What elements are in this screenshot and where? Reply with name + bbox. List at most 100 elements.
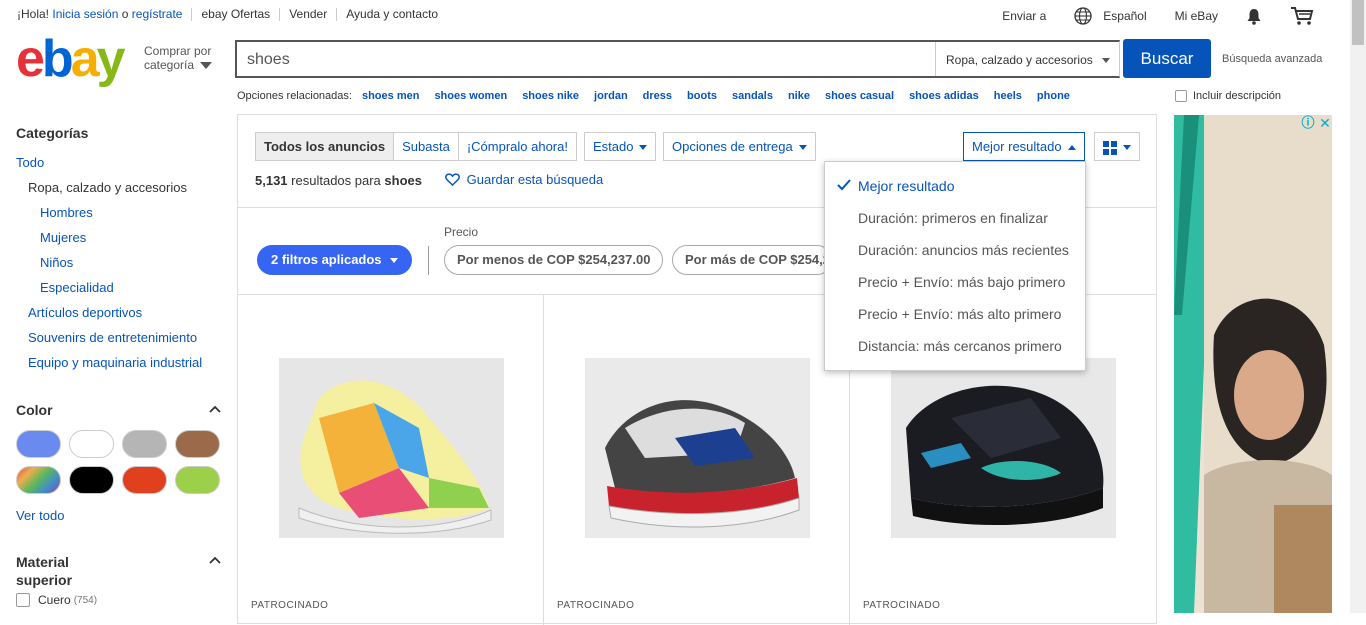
scrollbar-thumb[interactable] bbox=[1352, 0, 1364, 45]
bell-icon[interactable] bbox=[1246, 8, 1262, 25]
tab-all-listings[interactable]: Todos los anuncios bbox=[256, 133, 395, 160]
color-section: Color Ver todo bbox=[16, 402, 226, 523]
price-under-pill[interactable]: Por menos de COP $254,237.00 bbox=[444, 245, 664, 275]
item-image[interactable] bbox=[279, 358, 504, 538]
view-toggle[interactable] bbox=[1094, 132, 1140, 161]
sort-option-price-highest[interactable]: Precio + Envío: más alto primero bbox=[825, 298, 1085, 330]
category-other[interactable]: Equipo y maquinaria industrial bbox=[28, 355, 202, 370]
related-item[interactable]: nike bbox=[788, 90, 810, 102]
category-sub[interactable]: Hombres bbox=[40, 205, 93, 220]
include-description[interactable]: Incluir descripción bbox=[1175, 90, 1281, 102]
material-option[interactable]: Cuero (754) bbox=[16, 593, 226, 607]
results-query: shoes bbox=[384, 173, 422, 188]
item-image[interactable] bbox=[585, 358, 810, 538]
related-item[interactable]: shoes casual bbox=[825, 90, 894, 102]
signin-link[interactable]: Inicia sesión bbox=[52, 7, 118, 21]
advanced-search-link[interactable]: Búsqueda avanzada bbox=[1222, 53, 1322, 65]
ebay-logo[interactable]: ebay bbox=[16, 33, 126, 85]
checkmark-icon bbox=[837, 170, 851, 202]
category-sub[interactable]: Mujeres bbox=[40, 230, 86, 245]
color-swatch-gray[interactable] bbox=[122, 430, 167, 458]
delivery-dropdown[interactable]: Opciones de entrega bbox=[663, 132, 816, 161]
results-for: resultados para bbox=[291, 173, 381, 188]
material-title: Material superior bbox=[16, 553, 226, 589]
related-item[interactable]: shoes nike bbox=[522, 90, 579, 102]
color-swatch-blue[interactable] bbox=[16, 430, 61, 458]
sort-option-price-lowest[interactable]: Precio + Envío: más bajo primero bbox=[825, 266, 1085, 298]
material-checkbox[interactable] bbox=[16, 593, 30, 607]
listing-type-tabs: Todos los anuncios Subasta ¡Cómpralo aho… bbox=[255, 132, 577, 161]
related-item[interactable]: phone bbox=[1037, 90, 1070, 102]
chevron-down-icon bbox=[389, 258, 398, 264]
color-swatch-red[interactable] bbox=[122, 466, 167, 494]
color-swatch-white[interactable] bbox=[69, 430, 114, 458]
price-over-pill[interactable]: Por más de COP $254,237.00 bbox=[672, 245, 832, 275]
related-item[interactable]: shoes women bbox=[434, 90, 507, 102]
category-sub[interactable]: Niños bbox=[40, 255, 73, 270]
category-current: Ropa, calzado y accesorios bbox=[28, 180, 187, 195]
color-swatch-multicolor[interactable] bbox=[16, 466, 61, 494]
cart-icon[interactable] bbox=[1290, 6, 1314, 26]
sort-option-newly-listed[interactable]: Duración: anuncios más recientes bbox=[825, 234, 1085, 266]
related-item[interactable]: shoes adidas bbox=[909, 90, 979, 102]
condition-dropdown[interactable]: Estado bbox=[584, 132, 657, 161]
divider bbox=[428, 246, 429, 275]
save-search-button[interactable]: Guardar esta búsqueda bbox=[445, 172, 603, 187]
my-ebay[interactable]: Mi eBay bbox=[1175, 9, 1218, 23]
results-count: 5,131 resultados para shoes bbox=[255, 173, 422, 188]
help-link[interactable]: Ayuda y contacto bbox=[346, 7, 438, 21]
item-card[interactable]: PATROCINADO bbox=[544, 295, 850, 625]
language-selector[interactable]: Español bbox=[1074, 7, 1147, 25]
price-filter-label: Precio bbox=[444, 225, 479, 239]
scrollbar[interactable] bbox=[1350, 0, 1366, 613]
color-swatch-green[interactable] bbox=[175, 466, 220, 494]
item-image[interactable] bbox=[891, 358, 1116, 538]
chevron-up-icon[interactable] bbox=[209, 404, 221, 416]
category-select[interactable]: Ropa, calzado y accesorios bbox=[935, 42, 1119, 76]
shop-by-category[interactable]: Comprar por categoría bbox=[144, 44, 213, 72]
related-item[interactable]: shoes men bbox=[362, 90, 419, 102]
tab-buy-now[interactable]: ¡Cómpralo ahora! bbox=[459, 133, 576, 160]
sell-link[interactable]: Vender bbox=[289, 7, 327, 21]
see-all-colors-link[interactable]: Ver todo bbox=[16, 508, 64, 523]
offers-link[interactable]: ebay Ofertas bbox=[201, 7, 270, 21]
sort-option-best-match[interactable]: Mejor resultado bbox=[825, 170, 1085, 202]
info-icon[interactable]: ⓘ bbox=[1300, 115, 1316, 131]
chevron-up-icon bbox=[1067, 145, 1076, 151]
advertisement[interactable]: ⓘ ✕ bbox=[1174, 115, 1332, 613]
color-title: Color bbox=[16, 402, 53, 418]
category-sub[interactable]: Especialidad bbox=[40, 280, 114, 295]
search-input[interactable]: shoes bbox=[237, 42, 935, 76]
related-item[interactable]: sandals bbox=[732, 90, 773, 102]
register-link[interactable]: regístrate bbox=[132, 7, 183, 21]
category-all[interactable]: Todo bbox=[16, 155, 44, 170]
close-icon[interactable]: ✕ bbox=[1318, 115, 1332, 131]
chevron-down-icon bbox=[200, 62, 213, 70]
sort-dropdown[interactable]: Mejor resultado bbox=[963, 132, 1085, 161]
category-other[interactable]: Souvenirs de entretenimiento bbox=[28, 330, 197, 345]
results-number: 5,131 bbox=[255, 173, 288, 188]
category-other[interactable]: Artículos deportivos bbox=[28, 305, 142, 320]
include-description-label: Incluir descripción bbox=[1193, 90, 1282, 102]
related-item[interactable]: heels bbox=[994, 90, 1022, 102]
color-swatch-brown[interactable] bbox=[175, 430, 220, 458]
ship-to[interactable]: Enviar a bbox=[1002, 9, 1046, 23]
or-text: o bbox=[121, 7, 129, 21]
sort-option-ending-soonest[interactable]: Duración: primeros en finalizar bbox=[825, 202, 1085, 234]
chevron-down-icon bbox=[798, 145, 807, 151]
sort-option-nearest[interactable]: Distancia: más cercanos primero bbox=[825, 330, 1085, 362]
related-item[interactable]: dress bbox=[643, 90, 672, 102]
sponsored-label: PATROCINADO bbox=[251, 600, 329, 611]
related-item[interactable]: jordan bbox=[594, 90, 628, 102]
language-label: Español bbox=[1103, 9, 1147, 23]
related-item[interactable]: boots bbox=[687, 90, 717, 102]
item-card[interactable]: PATROCINADO bbox=[238, 295, 544, 625]
tab-auction[interactable]: Subasta bbox=[394, 133, 459, 160]
applied-filters-button[interactable]: 2 filtros aplicados bbox=[257, 245, 412, 275]
chevron-up-icon[interactable] bbox=[209, 555, 221, 567]
search-button[interactable]: Buscar bbox=[1123, 39, 1211, 78]
save-search-label: Guardar esta búsqueda bbox=[466, 172, 604, 187]
include-description-checkbox[interactable] bbox=[1175, 90, 1187, 102]
color-swatch-black[interactable] bbox=[69, 466, 114, 494]
applied-filters-label: 2 filtros aplicados bbox=[271, 252, 382, 267]
